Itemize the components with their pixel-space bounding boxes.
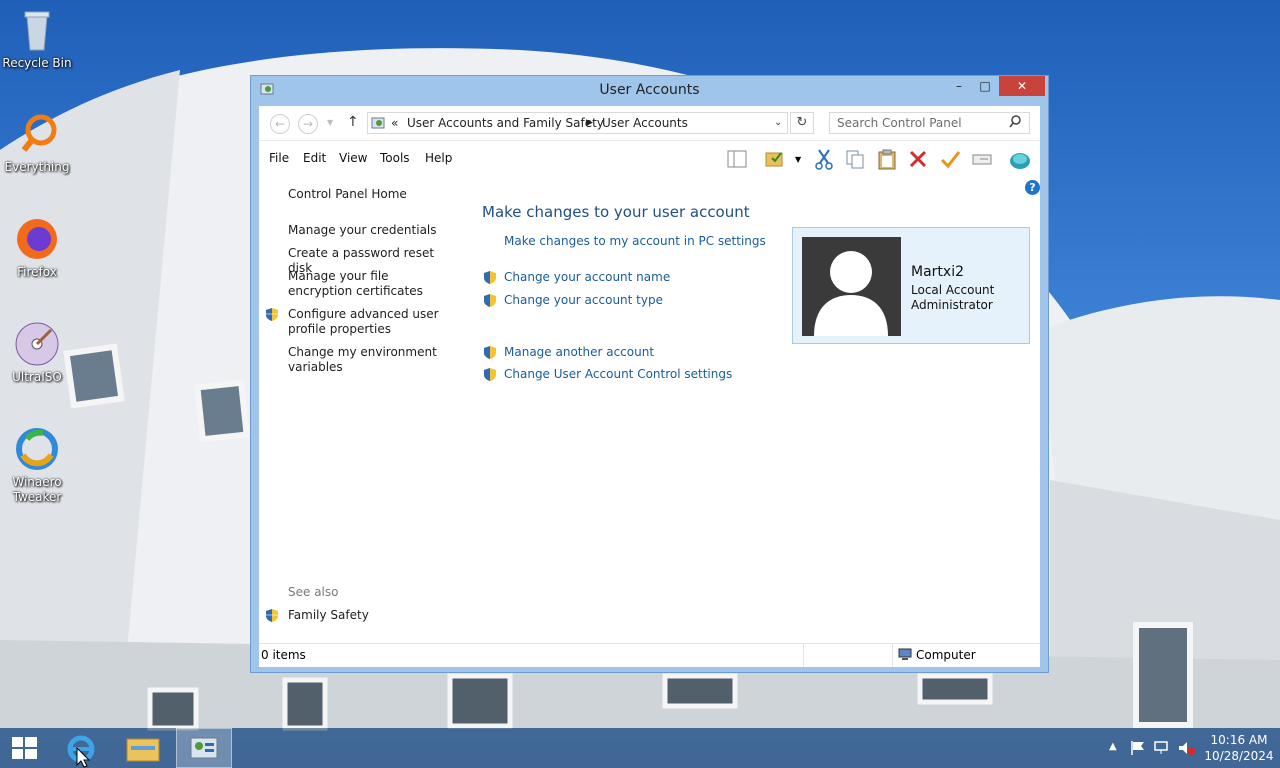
menu-view[interactable]: View: [339, 151, 367, 165]
window-client-area: ← → ▼ ↑ « User Accounts and Family Safet…: [259, 106, 1040, 667]
maximize-button[interactable]: □: [971, 76, 999, 96]
manage-file-encryption-link[interactable]: Manage your file encryption certificates: [288, 269, 448, 299]
recent-locations-icon[interactable]: ▼: [327, 118, 333, 127]
recycle-bin-icon: [13, 6, 61, 54]
close-button[interactable]: ✕: [999, 76, 1045, 96]
copy-icon[interactable]: [844, 148, 866, 170]
desktop-icon-recycle-bin[interactable]: Recycle Bin: [1, 6, 73, 71]
cut-icon[interactable]: [813, 148, 835, 170]
control-panel-icon: [371, 115, 387, 137]
file-explorer-icon: [126, 738, 160, 762]
user-name: Martxi2: [911, 264, 964, 280]
avatar[interactable]: [802, 237, 901, 336]
change-account-name-link[interactable]: Change your account name: [504, 270, 670, 285]
taskbar-control-panel[interactable]: [176, 728, 232, 768]
menu-bar: File Edit View Tools Help ▼ ?: [259, 142, 1040, 195]
refresh-button[interactable]: ↻: [790, 112, 814, 134]
clock-time[interactable]: 10:16 AM: [1206, 733, 1272, 747]
preview-pane-icon[interactable]: [726, 148, 748, 170]
manage-credentials-link[interactable]: Manage your credentials: [288, 223, 448, 238]
folder-options-icon[interactable]: [764, 148, 786, 170]
shell-icon[interactable]: [1009, 148, 1031, 170]
title-bar[interactable]: User Accounts – □ ✕: [251, 76, 1048, 104]
desktop-icon-label: Everything: [4, 160, 70, 174]
paste-icon[interactable]: [876, 148, 898, 170]
network-icon[interactable]: [1153, 740, 1171, 759]
status-divider: [892, 644, 893, 667]
breadcrumb-user-accounts-family-safety[interactable]: User Accounts and Family Safety: [407, 113, 604, 133]
address-dropdown-icon[interactable]: ⌄: [774, 113, 782, 133]
desktop-icon-firefox[interactable]: Firefox: [1, 215, 73, 280]
uac-shield-icon: [483, 367, 497, 382]
search-input[interactable]: Search Control Panel: [829, 112, 1030, 134]
start-button[interactable]: [0, 728, 56, 768]
family-safety-link[interactable]: Family Safety: [288, 608, 369, 623]
menu-help[interactable]: Help: [425, 151, 452, 165]
pc-settings-link[interactable]: Make changes to my account in PC setting…: [504, 234, 766, 249]
menu-edit[interactable]: Edit: [303, 151, 326, 165]
address-bar-row: ← → ▼ ↑ « User Accounts and Family Safet…: [259, 106, 1040, 141]
control-panel-icon: [190, 737, 218, 759]
desktop-icon-everything[interactable]: Everything: [1, 110, 73, 175]
mouse-cursor-icon: [76, 747, 90, 768]
change-uac-settings-link[interactable]: Change User Account Control settings: [504, 367, 732, 382]
uac-shield-icon: [265, 307, 279, 322]
configure-advanced-profile-link[interactable]: Configure advanced user profile properti…: [288, 307, 448, 337]
volume-muted-icon[interactable]: [1177, 740, 1195, 759]
folder-options-dropdown-icon[interactable]: ▼: [795, 155, 801, 164]
desktop-icon-label: Winaero Tweaker: [12, 475, 62, 504]
desktop-icon-ultraiso[interactable]: UltraISO: [1, 320, 73, 385]
window-title: User Accounts: [599, 82, 700, 98]
desktop-icon-label: Firefox: [17, 265, 57, 279]
status-location: Computer: [916, 648, 976, 662]
desktop-icon-winaero-tweaker[interactable]: Winaero Tweaker: [1, 425, 73, 505]
everything-icon: [13, 110, 61, 158]
ultraiso-icon: [13, 320, 61, 368]
breadcrumb-separator-icon: ▶: [586, 118, 593, 128]
breadcrumb-user-accounts[interactable]: User Accounts: [602, 113, 688, 133]
uac-shield-icon: [483, 270, 497, 285]
manage-another-account-link[interactable]: Manage another account: [504, 345, 654, 360]
status-item-count: 0 items: [261, 648, 306, 662]
help-icon[interactable]: ?: [1025, 180, 1040, 195]
account-role: Administrator: [911, 298, 993, 312]
firefox-icon: [13, 215, 61, 263]
refresh-icon: ↻: [796, 115, 808, 130]
search-icon[interactable]: [1009, 115, 1022, 131]
properties-icon[interactable]: [939, 148, 961, 170]
rename-icon[interactable]: [971, 148, 993, 170]
windows-logo-icon: [12, 737, 37, 759]
user-accounts-window: User Accounts – □ ✕ ← → ▼ ↑ « User Accou…: [250, 75, 1049, 673]
uac-shield-icon: [483, 293, 497, 308]
desktop-icon-label: UltraISO: [12, 370, 62, 384]
computer-icon: [898, 648, 912, 664]
back-button[interactable]: ←: [270, 114, 290, 134]
taskbar: ▲ 10:16 AM 10/28/2024: [0, 728, 1280, 768]
breadcrumb-overflow[interactable]: «: [391, 113, 398, 133]
address-field[interactable]: « User Accounts and Family Safety ▶ User…: [367, 112, 788, 134]
menu-tools[interactable]: Tools: [380, 151, 410, 165]
up-icon[interactable]: ↑: [347, 114, 359, 130]
see-also-label: See also: [288, 585, 339, 599]
page-heading: Make changes to your user account: [482, 203, 750, 221]
desktop-icon-label: Recycle Bin: [2, 56, 72, 70]
minimize-button[interactable]: –: [945, 76, 973, 96]
menu-file[interactable]: File: [269, 151, 289, 165]
control-panel-home-link[interactable]: Control Panel Home: [288, 187, 407, 202]
action-center-flag-icon[interactable]: [1130, 740, 1146, 759]
delete-icon[interactable]: [907, 148, 929, 170]
taskbar-file-explorer[interactable]: [115, 728, 171, 768]
change-account-type-link[interactable]: Change your account type: [504, 293, 663, 308]
winaero-tweaker-icon: [13, 425, 61, 473]
forward-button[interactable]: →: [298, 114, 318, 134]
status-divider: [803, 644, 804, 667]
user-tile: Martxi2 Local Account Administrator: [792, 227, 1030, 344]
show-hidden-icons-icon[interactable]: ▲: [1109, 741, 1117, 752]
family-safety-icon: [265, 608, 279, 623]
account-type: Local Account: [911, 283, 995, 297]
uac-shield-icon: [483, 345, 497, 360]
status-bar: 0 items Computer: [259, 643, 1040, 667]
change-environment-variables-link[interactable]: Change my environment variables: [288, 345, 448, 375]
clock-date[interactable]: 10/28/2024: [1202, 749, 1276, 763]
